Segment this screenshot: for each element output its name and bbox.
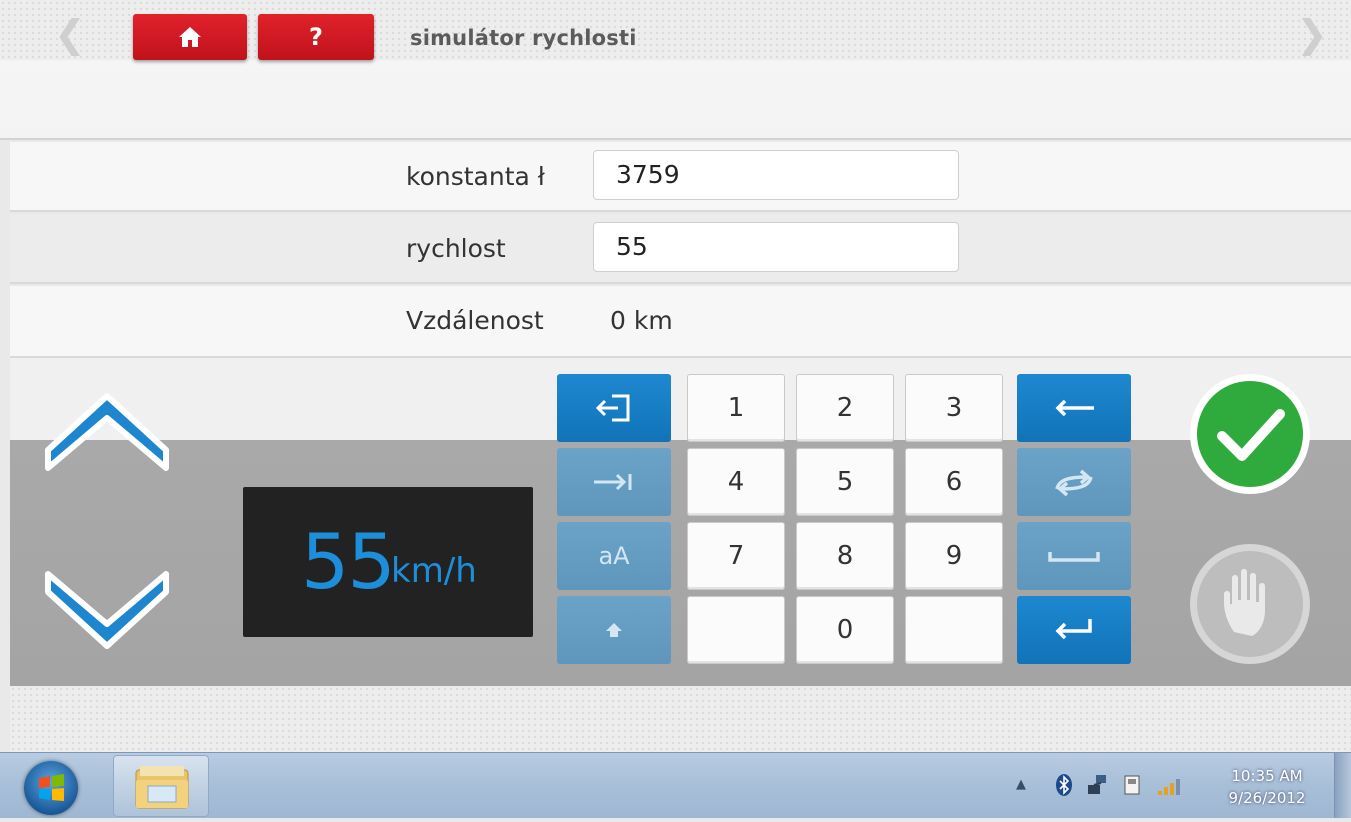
tab-icon: [594, 473, 632, 491]
distance-value: 0 km: [610, 306, 673, 335]
header-bar: ❮ ? simulátor rychlosti ❯: [0, 0, 1351, 140]
digit-key-3[interactable]: 3: [905, 374, 1003, 442]
network-icon[interactable]: [1084, 771, 1110, 799]
case-toggle-label: aA: [598, 542, 630, 570]
help-label: ?: [309, 23, 323, 51]
tray-expand-icon[interactable]: ▲: [1016, 777, 1026, 792]
windows-logo-icon: [39, 774, 64, 801]
keypad-top-area: [10, 358, 1351, 440]
enter-icon: [1055, 619, 1092, 640]
digit-key-0[interactable]: 0: [796, 596, 894, 664]
home-icon: [179, 27, 201, 47]
speed-display: 55 km/h: [243, 487, 533, 637]
blank-key-left[interactable]: [687, 596, 785, 664]
confirm-button[interactable]: [1186, 370, 1314, 498]
backspace-key[interactable]: [1017, 374, 1131, 442]
stop-button[interactable]: [1186, 540, 1314, 668]
signal-icon[interactable]: [1156, 775, 1186, 797]
speed-display-value: 55: [301, 517, 396, 606]
distance-row: Vzdálenost 0 km: [10, 286, 1351, 358]
blank-key-right[interactable]: [905, 596, 1003, 664]
speed-label: rychlost: [406, 234, 506, 263]
bottom-pattern: [10, 686, 1351, 752]
space-icon: [1048, 552, 1100, 562]
swap-icon: [1055, 469, 1093, 497]
decrease-arrow-icon[interactable]: [40, 560, 174, 652]
digit-key-8[interactable]: 8: [796, 522, 894, 590]
constant-field[interactable]: 3759: [593, 150, 959, 200]
help-button[interactable]: ?: [258, 14, 374, 60]
exit-key[interactable]: [557, 374, 671, 442]
case-toggle-key[interactable]: aA: [557, 522, 671, 590]
speed-field[interactable]: 55: [593, 222, 959, 272]
home-button[interactable]: [133, 14, 247, 60]
digit-key-6[interactable]: 6: [905, 448, 1003, 516]
digit-key-2[interactable]: 2: [796, 374, 894, 442]
digit-key-7[interactable]: 7: [687, 522, 785, 590]
distance-label: Vzdálenost: [406, 306, 544, 335]
clock-date: 9/26/2012: [1228, 789, 1306, 807]
speed-row: rychlost 55: [10, 214, 1351, 284]
show-desktop-button[interactable]: [1334, 753, 1351, 818]
increase-arrow-icon[interactable]: [40, 388, 174, 480]
digit-key-1[interactable]: 1: [687, 374, 785, 442]
keypad-background: [10, 440, 1351, 686]
clock-time: 10:35 AM: [1231, 767, 1303, 785]
clock[interactable]: 10:35 AM 9/26/2012: [1222, 765, 1312, 809]
chevron-right-icon[interactable]: ❯: [1296, 14, 1328, 54]
taskbar: ▲ 10:35 AM 9/26/2012: [0, 752, 1351, 818]
constant-label: konstanta ł: [406, 162, 545, 191]
folder-icon: [135, 766, 189, 809]
exit-icon: [595, 394, 630, 422]
shift-key[interactable]: [557, 596, 671, 664]
page-title: simulátor rychlosti: [410, 26, 637, 50]
bluetooth-icon[interactable]: [1054, 773, 1074, 797]
chevron-left-icon[interactable]: ❮: [54, 14, 86, 54]
shift-icon: [606, 623, 622, 637]
swap-key[interactable]: [1017, 448, 1131, 516]
digit-key-5[interactable]: 5: [796, 448, 894, 516]
backspace-icon: [1055, 399, 1094, 417]
enter-key[interactable]: [1017, 596, 1131, 664]
device-icon[interactable]: [1122, 773, 1144, 797]
space-key[interactable]: [1017, 522, 1131, 590]
digit-key-9[interactable]: 9: [905, 522, 1003, 590]
start-button[interactable]: [24, 761, 78, 815]
tab-key[interactable]: [557, 448, 671, 516]
digit-key-4[interactable]: 4: [687, 448, 785, 516]
constant-row: konstanta ł 3759: [10, 142, 1351, 212]
speed-display-unit: km/h: [391, 551, 477, 591]
explorer-taskbar-button[interactable]: [113, 755, 209, 817]
